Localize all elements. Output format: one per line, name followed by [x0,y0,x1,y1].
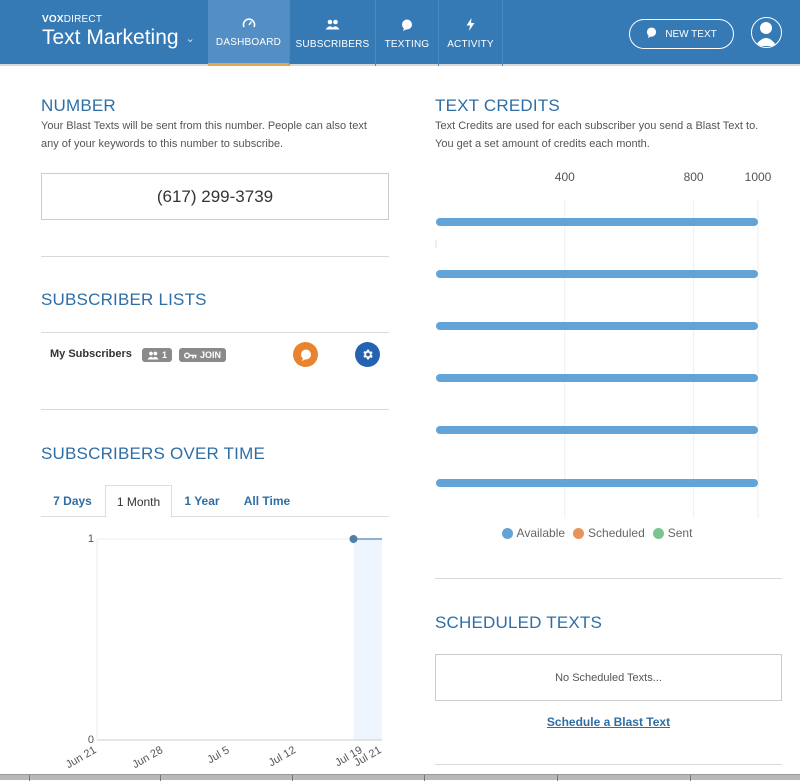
legend-available[interactable]: Available [501,526,565,540]
tab-1-year[interactable]: 1 Year [172,485,232,517]
nav-tab-subscribers[interactable]: SUBSCRIBERS [290,0,376,66]
send-text-to-list-button[interactable] [293,342,318,367]
new-text-button[interactable]: NEW TEXT [629,19,734,49]
x-tick-label: 1000 [745,170,772,184]
nav-tab-activity[interactable]: ACTIVITY [439,0,503,66]
x-tick-label: Jun 21 [64,744,99,770]
legend-scheduled[interactable]: Scheduled [573,526,645,540]
user-avatar[interactable] [751,17,782,48]
divider [41,332,389,333]
legend-swatch-scheduled [573,527,585,539]
main-nav: DASHBOARD SUBSCRIBERS TEXTING ACTIVITY [208,0,503,66]
divider [41,409,389,410]
users-icon [147,351,159,359]
chat-bubble-icon [401,17,413,33]
legend-swatch-sent [652,527,664,539]
divider [435,578,782,579]
bar-available [436,479,758,487]
tab-all-time[interactable]: All Time [233,485,301,517]
scheduled-texts-empty-state: No Scheduled Texts... [435,654,782,701]
user-silhouette-icon [754,22,778,47]
divider [435,764,782,765]
legend-swatch-available [501,527,513,539]
divider [41,256,389,257]
time-range-tabs: 7 Days 1 Month 1 Year All Time [41,485,389,518]
list-name[interactable]: My Subscribers [50,348,132,360]
chart-legend: Available Scheduled Sent [436,526,758,540]
x-tick-label: Jul 12 [267,744,298,769]
bar-available [436,374,758,382]
schedule-blast-text-link[interactable]: Schedule a Blast Text [435,715,782,729]
keyword-badge: JOIN [179,348,227,362]
text-credits-bar-chart: 400 800 1000 [435,170,772,518]
bar-available [436,270,758,278]
x-tick-label: 800 [684,170,704,184]
text-credits-title: TEXT CREDITS [435,96,560,115]
y-tick-label: 1 [88,533,94,545]
brand-logo: VOXDIRECT [42,14,103,25]
nav-tab-texting[interactable]: TEXTING [376,0,439,66]
users-icon [325,17,340,33]
key-icon [184,352,197,358]
legend-sent[interactable]: Sent [652,526,692,540]
chat-bubble-icon [646,27,657,41]
subscribers-line-chart: 01Jun 21 Jun 28 Jul 5 Jul 12 Jul 19Jul 21 [64,533,384,770]
chat-bubble-icon [300,349,311,361]
nav-label: DASHBOARD [215,37,282,48]
nav-tab-dashboard[interactable]: DASHBOARD [208,0,290,66]
data-point [349,535,358,543]
highlight-band [353,539,382,740]
new-text-label: NEW TEXT [665,28,717,40]
subscribers-over-time-title: SUBSCRIBERS OVER TIME [41,444,265,463]
gauge-icon [242,15,256,31]
bar-available [436,218,758,226]
top-navigation-bar: VOXDIRECT Text Marketing ⌄ DASHBOARD SUB… [0,0,800,66]
bottom-toolbar-edge [0,774,800,781]
x-tick-label: Jun 28 [130,744,165,770]
bar-available [436,322,758,330]
gear-icon [363,349,373,360]
number-description: Your Blast Texts will be sent from this … [41,120,367,150]
lightning-icon [466,17,475,33]
subscriber-lists-title: SUBSCRIBER LISTS [41,290,207,309]
nav-label: SUBSCRIBERS [295,38,370,50]
text-credits-description: Text Credits are used for each subscribe… [435,120,759,150]
tab-1-month[interactable]: 1 Month [105,485,172,518]
list-settings-button[interactable] [355,342,380,367]
number-section-title: NUMBER [41,96,116,115]
app-title-text: Text Marketing [42,26,179,49]
x-tick-label: Jul 5 [205,744,231,766]
nav-label: ACTIVITY [447,38,494,50]
subscriber-count-badge: 1 [142,348,173,362]
phone-number-display: (617) 299-3739 [41,173,389,220]
bar-available [436,426,758,434]
scheduled-texts-title: SCHEDULED TEXTS [435,613,603,632]
chevron-down-icon: ⌄ [185,32,195,45]
x-tick-label: 400 [555,170,575,184]
app-title[interactable]: Text Marketing ⌄ [42,26,195,50]
tab-7-days[interactable]: 7 Days [41,485,104,517]
brand[interactable]: VOXDIRECT Text Marketing ⌄ [42,14,195,50]
nav-label: TEXTING [384,38,430,50]
